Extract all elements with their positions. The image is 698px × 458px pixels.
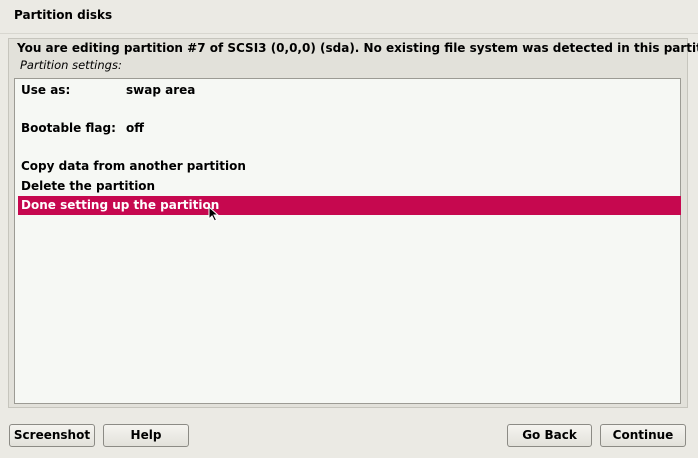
partition-settings-label: Partition settings: bbox=[20, 58, 122, 72]
page-title: Partition disks bbox=[14, 8, 113, 22]
list-item-label: Copy data from another partition bbox=[21, 159, 246, 173]
list-item-label: Use as: bbox=[21, 83, 71, 97]
partition-description: You are editing partition #7 of SCSI3 (0… bbox=[17, 41, 698, 55]
list-item-delete-partition[interactable]: Delete the partition bbox=[18, 177, 681, 196]
list-item-value: off bbox=[126, 121, 144, 135]
list-item-copy-data[interactable]: Copy data from another partition bbox=[18, 157, 681, 176]
partition-settings-list[interactable]: Use as: swap area Bootable flag: off Cop… bbox=[14, 78, 681, 404]
go-back-button[interactable]: Go Back bbox=[507, 424, 592, 447]
list-item-label: Done setting up the partition bbox=[21, 198, 220, 212]
continue-button[interactable]: Continue bbox=[600, 424, 686, 447]
list-item-use-as[interactable]: Use as: swap area bbox=[18, 81, 681, 100]
header: Partition disks bbox=[0, 0, 698, 33]
header-divider bbox=[0, 33, 698, 34]
arrow-pointer-icon bbox=[208, 206, 219, 222]
list-item-label: Delete the partition bbox=[21, 179, 156, 193]
screenshot-button[interactable]: Screenshot bbox=[9, 424, 95, 447]
help-button[interactable]: Help bbox=[103, 424, 189, 447]
list-item-label: Bootable flag: bbox=[21, 121, 116, 135]
list-item-value: swap area bbox=[126, 83, 196, 97]
list-item-bootable-flag[interactable]: Bootable flag: off bbox=[18, 119, 681, 138]
list-item-done-setting-up[interactable]: Done setting up the partition bbox=[18, 196, 681, 215]
